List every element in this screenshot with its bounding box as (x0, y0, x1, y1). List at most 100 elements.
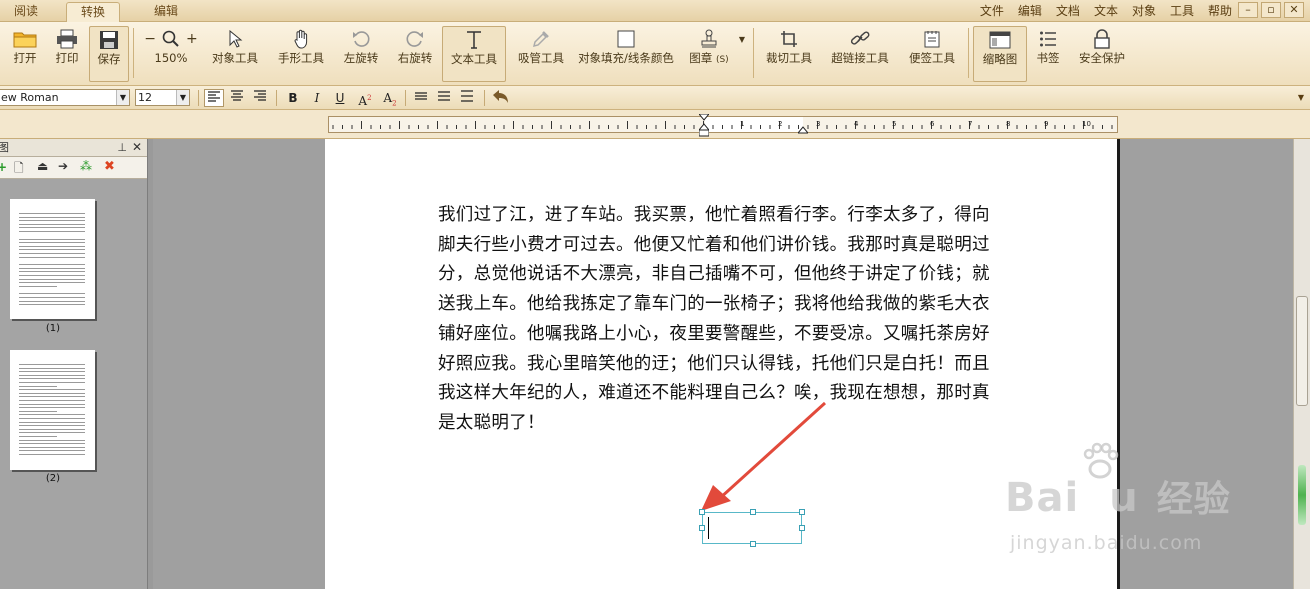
delete-page-icon[interactable]: ✖ (104, 159, 115, 174)
line-spacing-2-button[interactable] (434, 89, 454, 107)
open-button[interactable]: 打开 (6, 26, 44, 82)
thumbnail-text-line (19, 378, 85, 380)
thumbnail-text-line (19, 371, 85, 373)
font-name-select[interactable]: ew Roman ▼ (0, 89, 130, 106)
hyperlink-tool-button[interactable]: 超链接工具 (826, 26, 894, 82)
caret-down-icon: ▼ (116, 90, 129, 105)
close-button[interactable]: ✕ (1284, 2, 1304, 18)
undo-arrow-icon (493, 90, 508, 103)
underline-button[interactable]: U (330, 89, 350, 107)
separator (276, 90, 277, 106)
tab-read[interactable]: 阅读 (0, 2, 52, 22)
align-left-icon (208, 91, 220, 102)
align-right-button[interactable] (250, 89, 270, 107)
page-thumbnail-2[interactable] (10, 350, 95, 470)
line-spacing-1-button[interactable] (411, 89, 431, 107)
object-tool-button[interactable]: 对象工具 (206, 26, 264, 82)
print-button[interactable]: 打印 (48, 26, 86, 82)
menu-edit[interactable]: 编辑 (1018, 2, 1042, 19)
text-line: 铺好座位。他嘱我路上小心，夜里要警醒些，不要受凉。又嘱托茶房好 (438, 323, 990, 344)
split-page-icon[interactable]: ⁂ (80, 159, 92, 173)
insert-page-icon[interactable]: 🗋 (14, 159, 24, 180)
hand-tool-button[interactable]: 手形工具 (270, 26, 332, 82)
close-panel-icon[interactable]: ✕ (132, 139, 142, 156)
format-bar: ew Roman ▼ 12 ▼ B I U A2 A2 ▼ (0, 86, 1310, 110)
page-thumbnail-1[interactable] (10, 199, 95, 319)
crop-tool-button[interactable]: 裁切工具 (760, 26, 818, 82)
thumbnail-button[interactable]: 缩略图 (973, 26, 1027, 82)
document-page[interactable]: 我们过了江，进了车站。我买票，他忙着照看行李。行李太多了，得向 脚夫行些小费才可… (325, 139, 1120, 589)
toolbar-overflow-icon[interactable]: ▼ (1298, 93, 1304, 102)
lines-icon (438, 91, 450, 101)
rotate-right-button[interactable]: 右旋转 (392, 26, 438, 82)
menu-document[interactable]: 文档 (1056, 2, 1080, 19)
menu-help[interactable]: 帮助 (1208, 2, 1232, 19)
page-thumbnail-label: (2) (45, 473, 61, 484)
undo-button[interactable] (490, 89, 510, 107)
thumbnail-text-line (19, 374, 85, 376)
thumbnail-text-line (19, 446, 85, 448)
note-tool-button[interactable]: 便签工具 (902, 26, 962, 82)
fill-stroke-color-button[interactable]: 对象填充/线条颜色 (578, 26, 674, 82)
superscript-button[interactable]: A2 (355, 89, 375, 108)
resize-handle[interactable] (799, 525, 805, 531)
resize-handle[interactable] (799, 509, 805, 515)
tab-edit[interactable]: 编辑 (140, 2, 192, 22)
text-line: 脚夫行些小费才可过去。他便又忙着和他们讲价钱。我那时真是聪明过 (438, 234, 990, 255)
move-page-icon[interactable]: ➔ (58, 159, 68, 173)
zoom-control[interactable]: − + 150% (138, 26, 204, 82)
italic-button[interactable]: I (307, 89, 327, 107)
menu-text[interactable]: 文本 (1094, 2, 1118, 19)
thumbnail-text-line (19, 285, 57, 287)
line-spacing-3-button[interactable] (457, 89, 477, 107)
thumbnail-panel: 图 ⊥ ✕ + 🗋 ⏏ ➔ ⁂ ✖ (1) (2) (0, 139, 148, 589)
text-tool-button[interactable]: 文本工具 (442, 26, 506, 82)
resize-handle[interactable] (750, 509, 756, 515)
maximize-button[interactable]: ▫ (1261, 2, 1281, 18)
new-text-box[interactable] (699, 509, 805, 547)
bold-button[interactable]: B (283, 89, 303, 107)
zoom-in-icon[interactable]: + (186, 31, 198, 47)
vertical-scrollbar[interactable] (1293, 139, 1310, 589)
eyedropper-tool-button[interactable]: 吸管工具 (512, 26, 570, 82)
menu-file[interactable]: 文件 (980, 2, 1004, 19)
indent-marker-right[interactable] (796, 124, 810, 138)
minimize-button[interactable]: – (1238, 2, 1258, 18)
subscript-button[interactable]: A2 (380, 89, 400, 107)
stamp-button[interactable]: 图章 (S) (684, 26, 734, 82)
menu-object[interactable]: 对象 (1132, 2, 1156, 19)
add-page-icon[interactable]: + (0, 160, 7, 174)
zoom-out-icon[interactable]: − (144, 31, 156, 47)
indent-marker-left[interactable] (697, 113, 711, 141)
thumbnail-text-line (19, 249, 85, 251)
resize-handle[interactable] (750, 541, 756, 547)
crop-icon (781, 31, 797, 47)
menu-tools[interactable]: 工具 (1170, 2, 1194, 19)
resize-handle[interactable] (699, 525, 705, 531)
text-line: 分，总觉他说话不大漂亮，非自己插嘴不可，但他终于讲定了价钱；就 (438, 264, 990, 285)
sticky-note-icon (924, 31, 940, 48)
resize-handle[interactable] (699, 509, 705, 515)
align-center-button[interactable] (227, 89, 247, 107)
bookmark-button[interactable]: 书签 (1030, 26, 1066, 82)
align-left-button[interactable] (204, 89, 224, 107)
security-button[interactable]: 安全保护 (1073, 26, 1131, 82)
thumbnail-text-line (19, 297, 85, 298)
separator (968, 28, 969, 78)
thumbnail-text-line (19, 231, 85, 232)
scrollbar-thumb[interactable] (1296, 296, 1308, 406)
thumbnail-text-line (19, 256, 85, 258)
pin-icon[interactable]: ⊥ (117, 139, 127, 156)
thumbnail-text-line (19, 400, 85, 401)
thumbnail-text-line (19, 392, 85, 394)
save-button[interactable]: 保存 (89, 26, 129, 82)
caret-down-icon: ▼ (176, 90, 189, 105)
stamp-dropdown[interactable]: ▼ (736, 26, 748, 82)
align-right-icon (254, 90, 266, 101)
tab-convert[interactable]: 转换 (66, 2, 121, 22)
extract-page-icon[interactable]: ⏏ (37, 159, 48, 173)
rotate-left-button[interactable]: 左旋转 (338, 26, 384, 82)
separator (405, 90, 406, 106)
thumbnail-text-line (19, 407, 85, 409)
font-size-select[interactable]: 12 ▼ (135, 89, 190, 106)
